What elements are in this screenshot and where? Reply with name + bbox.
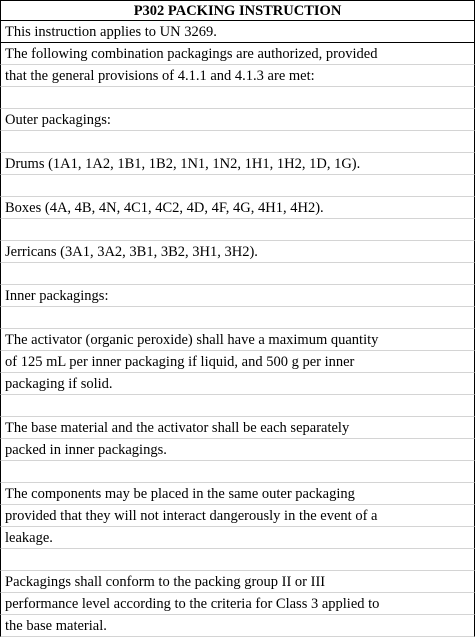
sheet-row[interactable]: This instruction applies to UN 3269. <box>0 21 475 43</box>
sheet-row-empty[interactable] <box>0 175 475 197</box>
sheet-row[interactable]: Outer packagings: <box>0 109 475 131</box>
sheet-row[interactable]: provided that they will not interact dan… <box>0 505 475 527</box>
sheet-row[interactable]: The following combination packagings are… <box>0 43 475 65</box>
sheet-row-empty[interactable] <box>0 395 475 417</box>
sheet-row-empty[interactable] <box>0 219 475 241</box>
sheet-row-empty[interactable] <box>0 307 475 329</box>
sheet-row[interactable]: Inner packagings: <box>0 285 475 307</box>
sheet-row[interactable]: Boxes (4A, 4B, 4N, 4C1, 4C2, 4D, 4F, 4G,… <box>0 197 475 219</box>
sheet-row[interactable]: Packagings shall conform to the packing … <box>0 571 475 593</box>
sheet-row[interactable]: The activator (organic peroxide) shall h… <box>0 329 475 351</box>
sheet-row-empty[interactable] <box>0 549 475 571</box>
packing-instruction-sheet: P302 PACKING INSTRUCTION This instructio… <box>0 0 475 637</box>
sheet-row[interactable]: packed in inner packagings. <box>0 439 475 461</box>
sheet-title[interactable]: P302 PACKING INSTRUCTION <box>0 0 475 21</box>
sheet-row[interactable]: of 125 mL per inner packaging if liquid,… <box>0 351 475 373</box>
sheet-row[interactable]: performance level according to the crite… <box>0 593 475 615</box>
sheet-row-empty[interactable] <box>0 461 475 483</box>
sheet-row[interactable]: that the general provisions of 4.1.1 and… <box>0 65 475 87</box>
sheet-row[interactable]: the base material. <box>0 615 475 637</box>
sheet-row[interactable]: packaging if solid. <box>0 373 475 395</box>
sheet-row[interactable]: leakage. <box>0 527 475 549</box>
sheet-row[interactable]: The base material and the activator shal… <box>0 417 475 439</box>
sheet-row[interactable]: Jerricans (3A1, 3A2, 3B1, 3B2, 3H1, 3H2)… <box>0 241 475 263</box>
sheet-row[interactable]: Drums (1A1, 1A2, 1B1, 1B2, 1N1, 1N2, 1H1… <box>0 153 475 175</box>
sheet-row-empty[interactable] <box>0 87 475 109</box>
sheet-row-empty[interactable] <box>0 263 475 285</box>
sheet-row[interactable]: The components may be placed in the same… <box>0 483 475 505</box>
sheet-row-empty[interactable] <box>0 131 475 153</box>
